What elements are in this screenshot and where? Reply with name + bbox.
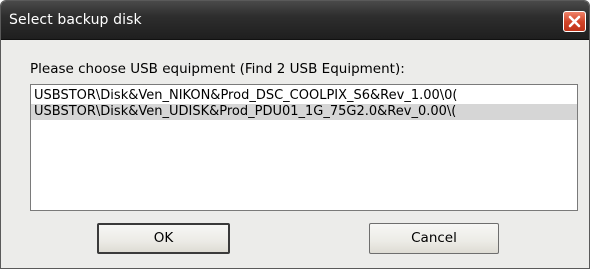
prompt-label: Please choose USB equipment (Find 2 USB … <box>30 61 405 77</box>
select-backup-disk-dialog: Select backup disk Please choose USB equ… <box>0 0 590 269</box>
device-list-item[interactable]: USBSTOR\Disk&Ven_NIKON&Prod_DSC_COOLPIX_… <box>31 88 577 104</box>
usb-device-list[interactable]: USBSTOR\Disk&Ven_NIKON&Prod_DSC_COOLPIX_… <box>30 84 578 211</box>
close-icon <box>568 15 581 28</box>
ok-button[interactable]: OK <box>97 223 230 254</box>
title-bar[interactable]: Select backup disk <box>1 1 589 40</box>
cancel-button[interactable]: Cancel <box>369 223 499 254</box>
window-title: Select backup disk <box>9 12 142 28</box>
device-list-item-selected[interactable]: USBSTOR\Disk&Ven_UDISK&Prod_PDU01_1G_75G… <box>31 104 577 120</box>
close-button[interactable] <box>563 11 586 32</box>
